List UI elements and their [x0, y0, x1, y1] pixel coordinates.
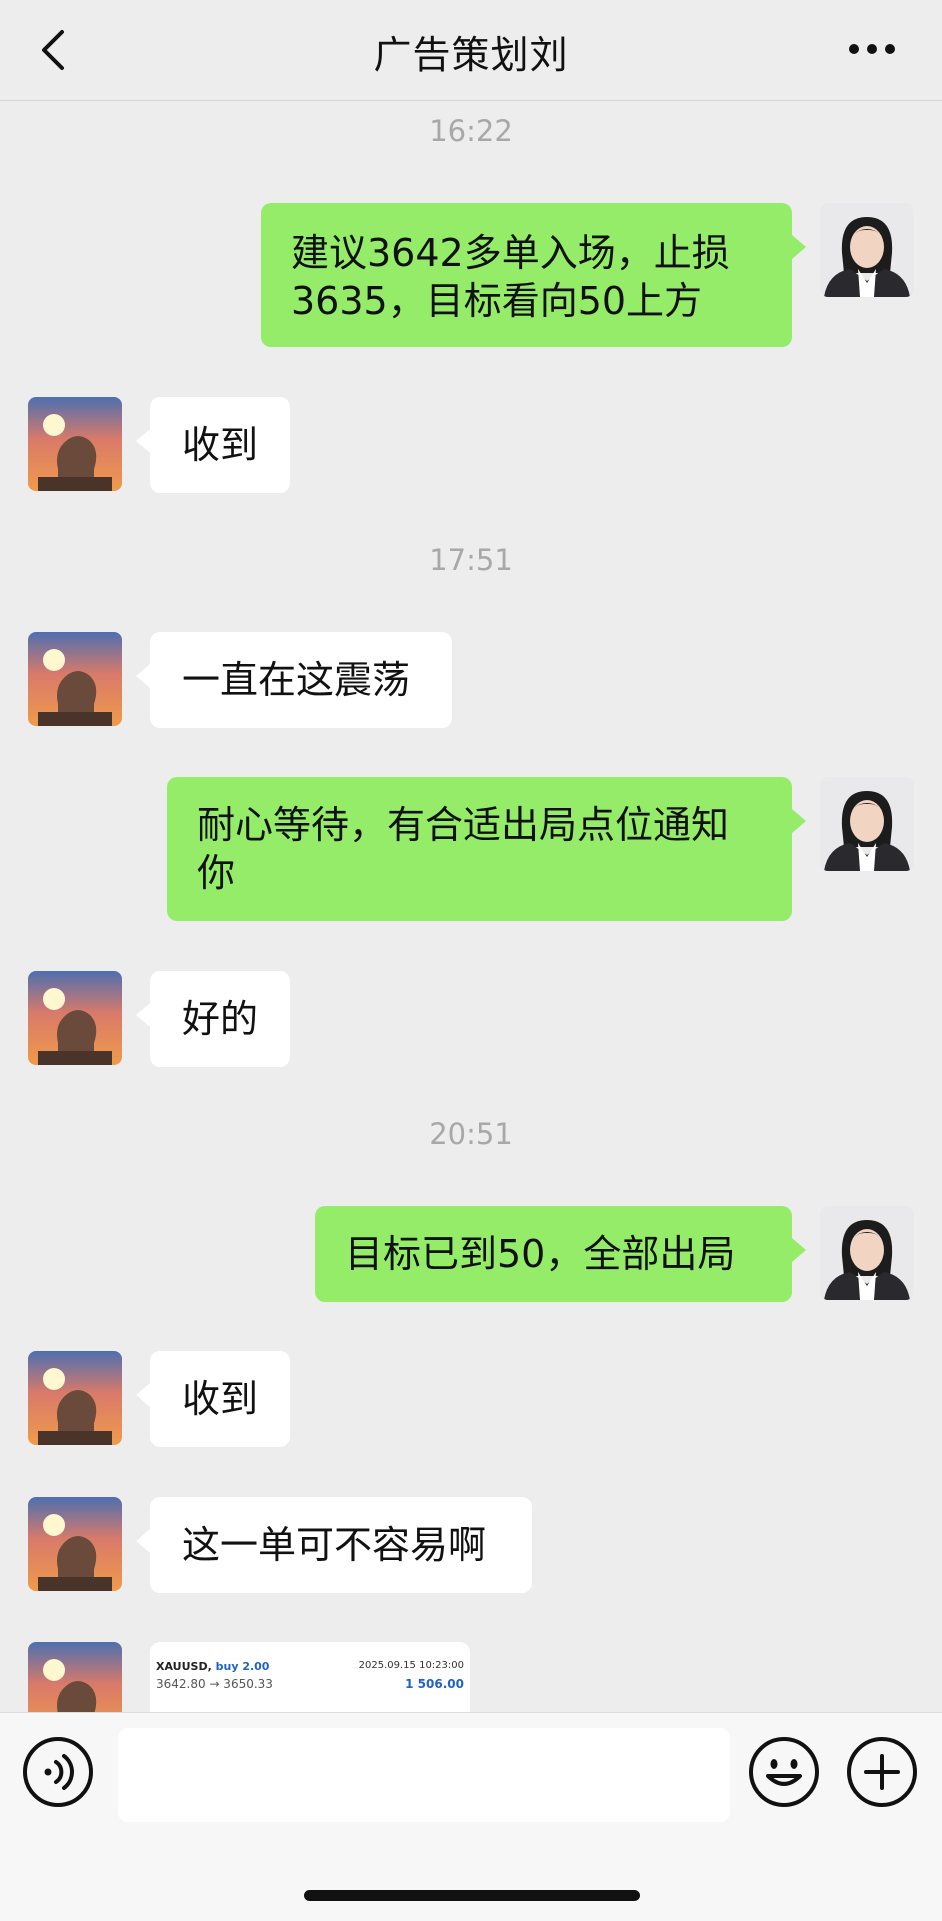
message-bubble-outgoing[interactable]: 耐心等待，有合适出局点位通知你 [167, 777, 806, 921]
avatar-self[interactable] [820, 777, 914, 871]
message-bubble-incoming[interactable]: 一直在这震荡 [136, 632, 452, 728]
trade-datetime: 2025.09.15 10:23:00 [358, 1660, 464, 1671]
smiley-icon[interactable] [748, 1736, 820, 1808]
trade-screenshot-message[interactable]: XAUUSD, buy 2.00 2025.09.15 10:23:00 364… [150, 1642, 470, 1712]
avatar-contact[interactable] [28, 1497, 122, 1591]
plus-circle-icon[interactable] [846, 1736, 918, 1808]
message-bubble-outgoing[interactable]: 建议3642多单入场，止损3635，目标看向50上方 [261, 203, 806, 347]
message-input[interactable] [118, 1728, 730, 1822]
trade-symbol: XAUUSD, buy 2.00 [156, 1660, 270, 1673]
timestamp: 20:51 [429, 1117, 513, 1151]
avatar-contact[interactable] [28, 1351, 122, 1445]
trade-prices: 3642.80 → 3650.33 [156, 1677, 273, 1691]
message-bubble-incoming[interactable]: 收到 [136, 1351, 290, 1447]
message-bubble-incoming[interactable]: 这一单可不容易啊 [136, 1497, 532, 1593]
chat-title: 广告策划刘 [373, 33, 569, 77]
avatar-contact[interactable] [28, 632, 122, 726]
chat-header: 广告策划刘 [0, 0, 942, 101]
avatar-self[interactable] [820, 203, 914, 297]
trade-action: buy 2.00 [215, 1660, 270, 1673]
message-bubble-incoming[interactable]: 好的 [136, 971, 290, 1067]
avatar-self[interactable] [820, 1206, 914, 1300]
timestamp: 17:51 [429, 543, 513, 577]
trade-profit: 1 506.00 [405, 1677, 464, 1691]
avatar-contact[interactable] [28, 971, 122, 1065]
message-bubble-outgoing[interactable]: 目标已到50，全部出局 [315, 1206, 806, 1302]
timestamp: 16:22 [429, 114, 513, 148]
home-indicator [304, 1890, 640, 1901]
avatar-contact[interactable] [28, 1642, 122, 1712]
message-bubble-incoming[interactable]: 收到 [136, 397, 290, 493]
voice-icon[interactable] [22, 1736, 94, 1808]
more-dots-icon[interactable] [848, 36, 896, 62]
avatar-contact[interactable] [28, 397, 122, 491]
